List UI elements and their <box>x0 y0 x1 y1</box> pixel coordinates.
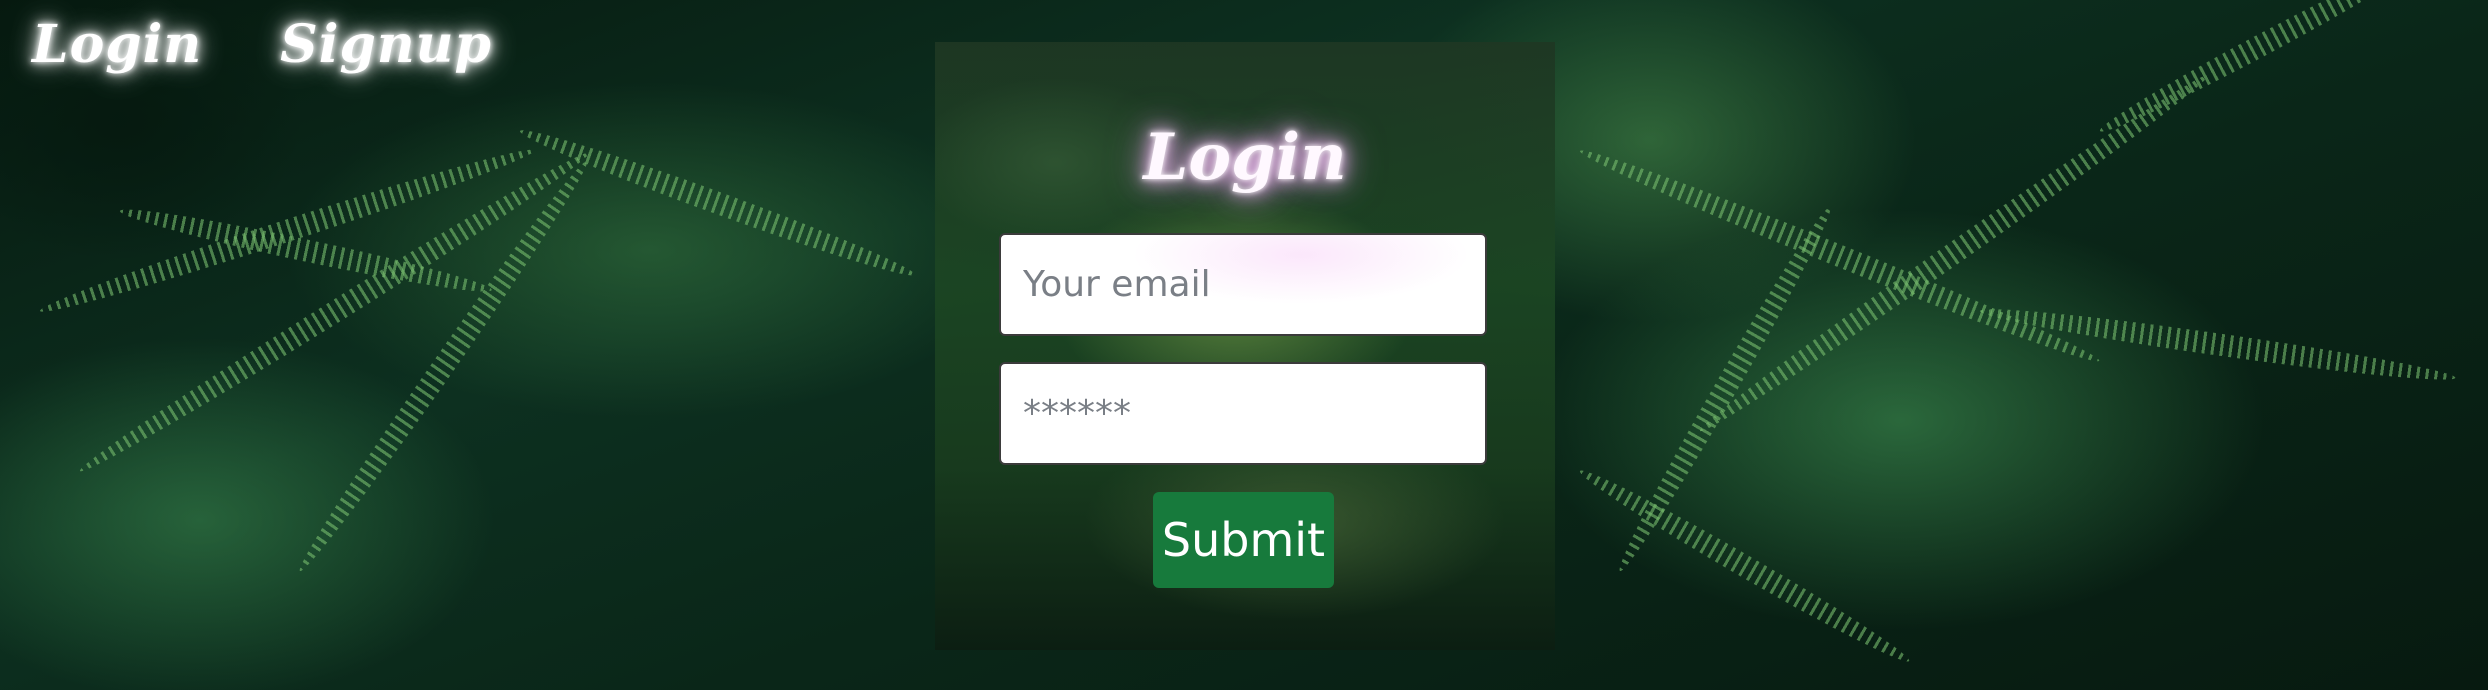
submit-button[interactable]: Submit <box>1153 492 1334 588</box>
top-nav: Login Signup <box>32 14 492 75</box>
nav-signup-link[interactable]: Signup <box>280 14 492 75</box>
email-field[interactable] <box>999 233 1487 336</box>
login-card: Login Submit <box>935 42 1555 650</box>
nav-login-link[interactable]: Login <box>32 14 202 75</box>
login-title: Login <box>1143 120 1347 195</box>
password-field[interactable] <box>999 362 1487 465</box>
